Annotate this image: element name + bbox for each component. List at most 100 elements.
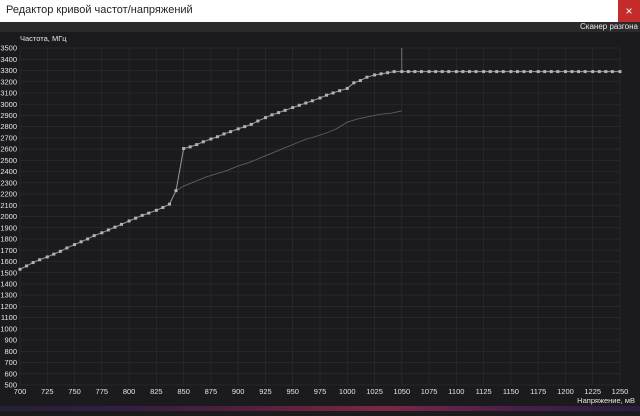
curve-point[interactable] bbox=[482, 70, 486, 74]
curve-point[interactable] bbox=[263, 116, 267, 120]
curve-point[interactable] bbox=[515, 70, 519, 74]
curve-point[interactable] bbox=[400, 70, 404, 74]
curve-point[interactable] bbox=[45, 255, 49, 259]
curve-point[interactable] bbox=[427, 70, 431, 74]
curve-point[interactable] bbox=[379, 72, 383, 76]
curve-point[interactable] bbox=[577, 70, 581, 74]
curve-point[interactable] bbox=[549, 70, 553, 74]
curve-point[interactable] bbox=[509, 70, 513, 74]
curve-point[interactable] bbox=[434, 70, 438, 74]
curve-point[interactable] bbox=[467, 70, 471, 74]
curve-point[interactable] bbox=[352, 81, 356, 85]
curve-point[interactable] bbox=[18, 267, 22, 271]
curve-point[interactable] bbox=[495, 70, 499, 74]
curve-point[interactable] bbox=[583, 70, 587, 74]
curve-point[interactable] bbox=[188, 145, 192, 149]
y-tick-label: 3000 bbox=[0, 100, 17, 109]
curve-point[interactable] bbox=[25, 264, 29, 268]
curve-point[interactable] bbox=[610, 70, 614, 74]
curve-point[interactable] bbox=[345, 86, 349, 90]
curve-point[interactable] bbox=[73, 243, 77, 247]
curve-point[interactable] bbox=[413, 70, 417, 74]
x-tick-label: 700 bbox=[14, 387, 27, 396]
curve-point[interactable] bbox=[310, 99, 314, 103]
curve-point[interactable] bbox=[256, 119, 260, 123]
curve-point[interactable] bbox=[570, 70, 574, 74]
vf-curve-plot[interactable]: 500 600 700 800 900 1000 1100 1200 1300 1400 1500 1… bbox=[0, 32, 640, 411]
curve-point[interactable] bbox=[556, 70, 560, 74]
y-tick-label: 2700 bbox=[0, 133, 17, 142]
curve-point[interactable] bbox=[52, 252, 56, 256]
curve-point[interactable] bbox=[522, 70, 526, 74]
curve-point[interactable] bbox=[604, 70, 608, 74]
scanner-button[interactable]: Сканер разгона bbox=[580, 22, 638, 31]
curve-point[interactable] bbox=[31, 261, 35, 265]
curve-point[interactable] bbox=[38, 258, 42, 262]
curve-point[interactable] bbox=[58, 249, 62, 253]
curve-point[interactable] bbox=[79, 240, 83, 244]
curve-point[interactable] bbox=[119, 222, 123, 226]
curve-point[interactable] bbox=[304, 101, 308, 105]
curve-point[interactable] bbox=[338, 89, 342, 93]
curve-point[interactable] bbox=[236, 127, 240, 131]
curve-point[interactable] bbox=[195, 143, 199, 147]
curve-point[interactable] bbox=[474, 70, 478, 74]
curve-point[interactable] bbox=[215, 135, 219, 139]
curve-point[interactable] bbox=[161, 206, 165, 210]
curve-point[interactable] bbox=[209, 137, 213, 141]
curve-point[interactable] bbox=[358, 79, 362, 83]
curve-point[interactable] bbox=[140, 213, 144, 217]
curve-point[interactable] bbox=[591, 70, 595, 74]
curve-point[interactable] bbox=[543, 70, 547, 74]
curve-point[interactable] bbox=[440, 70, 444, 74]
curve-point[interactable] bbox=[563, 70, 567, 74]
curve-point[interactable] bbox=[277, 111, 281, 115]
close-button[interactable]: × bbox=[618, 0, 640, 22]
x-tick-label: 1225 bbox=[584, 387, 601, 396]
curve-point[interactable] bbox=[147, 211, 151, 215]
curve-point[interactable] bbox=[283, 108, 287, 112]
curve-point[interactable] bbox=[536, 70, 540, 74]
curve-point[interactable] bbox=[447, 70, 451, 74]
curve-point[interactable] bbox=[65, 246, 69, 250]
curve-point[interactable] bbox=[182, 147, 186, 151]
curve-point[interactable] bbox=[100, 231, 104, 235]
curve-point[interactable] bbox=[92, 234, 96, 238]
curve-point[interactable] bbox=[201, 140, 205, 144]
curve-point[interactable] bbox=[113, 225, 117, 229]
curve-point[interactable] bbox=[222, 132, 226, 136]
curve-point[interactable] bbox=[106, 228, 110, 232]
curve-point[interactable] bbox=[331, 91, 335, 95]
y-tick-label: 900 bbox=[4, 336, 17, 345]
curve-point[interactable] bbox=[243, 125, 247, 129]
curve-point[interactable] bbox=[291, 106, 295, 110]
curve-point[interactable] bbox=[127, 219, 131, 223]
curve-point[interactable] bbox=[154, 208, 158, 212]
y-tick-label: 3500 bbox=[0, 44, 17, 53]
curve-point[interactable] bbox=[386, 71, 390, 75]
vf-curve-chart[interactable]: 5006007008009001000110012001300140015001… bbox=[0, 32, 640, 411]
curve-point[interactable] bbox=[597, 70, 601, 74]
curve-point[interactable] bbox=[419, 70, 423, 74]
curve-point[interactable] bbox=[270, 113, 274, 117]
curve-point[interactable] bbox=[373, 73, 377, 77]
curve-point[interactable] bbox=[461, 70, 465, 74]
curve-point[interactable] bbox=[392, 70, 396, 74]
curve-point[interactable] bbox=[529, 70, 533, 74]
curve-point[interactable] bbox=[297, 103, 301, 107]
curve-point[interactable] bbox=[249, 122, 253, 126]
curve-point[interactable] bbox=[174, 189, 178, 193]
curve-point[interactable] bbox=[618, 70, 622, 74]
curve-point[interactable] bbox=[406, 70, 410, 74]
curve-point[interactable] bbox=[86, 237, 90, 241]
curve-point[interactable] bbox=[365, 75, 369, 79]
curve-point[interactable] bbox=[501, 70, 505, 74]
curve-point[interactable] bbox=[318, 96, 322, 100]
curve-point[interactable] bbox=[325, 93, 329, 97]
curve-point[interactable] bbox=[229, 130, 233, 134]
curve-point[interactable] bbox=[488, 70, 492, 74]
y-tick-label: 1900 bbox=[0, 223, 17, 232]
curve-point[interactable] bbox=[454, 70, 458, 74]
curve-point[interactable] bbox=[167, 202, 171, 206]
curve-point[interactable] bbox=[134, 216, 138, 220]
